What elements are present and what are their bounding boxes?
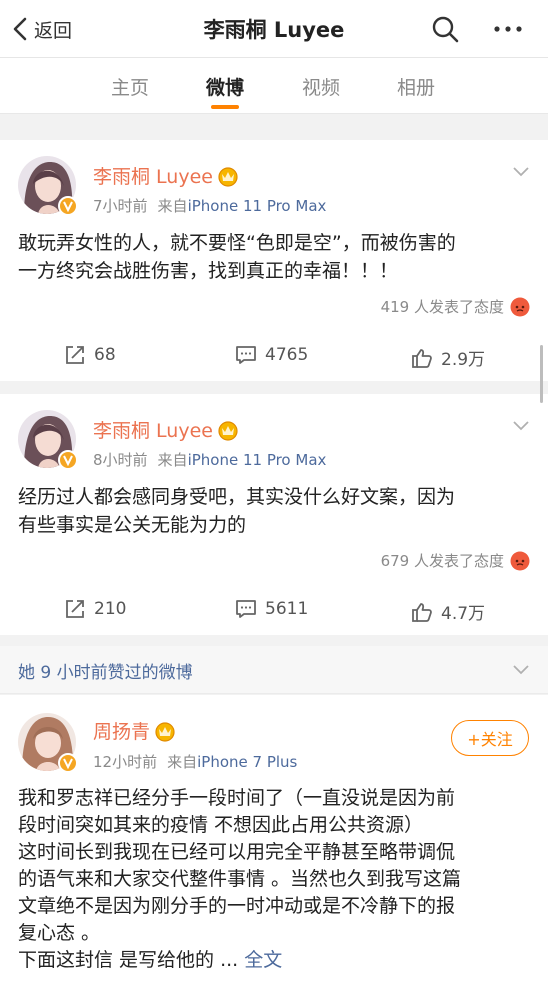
repost-count: 210 [94,599,127,619]
comment-icon [236,346,256,364]
like-count: 4.7万 [441,604,486,624]
repost-button[interactable]: 210 [64,599,126,619]
angry-face-icon [510,551,530,570]
post-time: 8小时前 [93,451,148,469]
vip-crown-icon [218,166,238,187]
post-meta: 7小时前 来自iPhone 11 Pro Max [93,195,326,216]
back-label: 返回 [34,19,73,42]
post-meta: 12小时前 来自iPhone 7 Plus [93,751,297,772]
post-card[interactable]: 李雨桐 Luyee 8小时前 来自iPhone 11 Pro Max 经历过人都会… [0,394,548,635]
search-button[interactable] [430,14,460,44]
post-text-line: 复心态 。 [18,922,101,944]
username-text[interactable]: 周扬青 [93,717,150,744]
post-text: 敢玩弄女性的人，就不要怪“色即是空”，而被伤害的 一方终究会战胜伤害，找到真正的… [18,229,532,285]
liked-section-label: 她 9 小时前赞过的微博 [18,663,193,683]
username-text[interactable]: 李雨桐 Luyee [93,416,213,443]
like-button[interactable]: 2.9万 [411,345,485,370]
post-text-last-line: 下面这封信 是写给他的 ... 全文 [18,947,532,974]
chevron-down-icon[interactable] [512,420,530,432]
post-text-line: 这时间长到我现在已经可以用完全平静甚至略带调侃 [18,841,456,863]
post-text-truncated: 下面这封信 是写给他的 ... [18,949,239,971]
thumbs-up-icon [412,348,432,368]
post-source[interactable]: iPhone 11 Pro Max [188,197,327,215]
verified-badge-icon [58,450,78,470]
scrollbar[interactable] [540,345,543,403]
repost-icon [66,600,84,618]
post-username[interactable]: 李雨桐 Luyee [93,416,239,443]
comment-count: 4765 [265,345,309,365]
search-icon [432,16,459,43]
tab-home[interactable]: 主页 [111,73,149,100]
post-text: 经历过人都会感同身受吧，其实没什么好文案，因为 有些事实是公关无能为力的 [18,483,532,539]
active-tab-indicator [211,105,239,109]
vip-crown-icon [155,721,175,742]
tab-album[interactable]: 相册 [397,73,435,100]
repost-count: 68 [94,345,116,365]
repost-icon [66,346,84,364]
reaction-summary[interactable]: 679 人发表了态度 [381,550,530,571]
post-text-line: 的语气来和大家交代整件事情 。当然也久到我写这篇 [18,868,462,890]
post-meta: 8小时前 来自iPhone 11 Pro Max [93,449,326,470]
post-text-line: 有些事实是公关无能为力的 [18,514,247,536]
post-time: 12小时前 [93,753,158,771]
profile-tabs: 主页 微博 视频 相册 [0,58,548,114]
verified-badge-icon [58,196,78,216]
vip-crown-icon [218,420,238,441]
back-button[interactable]: 返回 [10,12,72,46]
post-text-line: 我和罗志祥已经分手一段时间了（一直没说是因为前 [18,787,456,809]
comment-count: 5611 [265,599,309,619]
source-prefix: 来自 [157,451,188,469]
post-actions: 210 5611 4.7万 [0,599,548,624]
post-text-line: 文章绝不是因为刚分手的一时冲动或是不冷静下的报 [18,895,456,917]
post-actions: 68 4765 2.9万 [0,345,548,370]
avatar[interactable] [18,713,78,773]
username-text[interactable]: 李雨桐 Luyee [93,162,213,189]
more-button[interactable] [490,14,526,44]
like-button[interactable]: 4.7万 [411,599,485,624]
source-prefix: 来自 [167,753,198,771]
weibo-profile-page: 返回 李雨桐 Luyee 主页 微博 视频 相册 李雨桐 Luyee 7小时前 … [0,0,548,1000]
angry-face-icon [510,297,530,316]
top-nav-bar: 返回 李雨桐 Luyee [0,0,548,58]
repost-button[interactable]: 68 [64,345,116,365]
reaction-summary[interactable]: 419 人发表了态度 [381,296,530,317]
avatar[interactable] [18,410,78,470]
chevron-down-icon[interactable] [512,166,530,178]
post-source[interactable]: iPhone 11 Pro Max [188,451,327,469]
chevron-left-icon [13,17,27,41]
post-text-line: 一方终究会战胜伤害，找到真正的幸福！！！ [18,260,399,282]
avatar[interactable] [18,156,78,216]
like-count: 2.9万 [441,350,486,370]
post-text: 我和罗志祥已经分手一段时间了（一直没说是因为前 段时间突如其来的疫情 不想因此占… [18,785,532,974]
post-username[interactable]: 李雨桐 Luyee [93,162,239,189]
comment-button[interactable]: 4765 [235,345,308,365]
tab-video[interactable]: 视频 [302,73,340,100]
post-source[interactable]: iPhone 7 Plus [197,753,297,771]
chevron-down-icon[interactable] [512,664,530,676]
follow-button[interactable]: +关注 [451,720,529,756]
post-text-line: 经历过人都会感同身受吧，其实没什么好文案，因为 [18,486,456,508]
thumbs-up-icon [412,602,432,622]
post-card[interactable]: 李雨桐 Luyee 7小时前 来自iPhone 11 Pro Max 敢玩弄女性的… [0,140,548,381]
reaction-text: 679 人发表了态度 [380,552,504,570]
more-icon [494,26,522,32]
post-text-line: 段时间突如其来的疫情 不想因此占用公共资源） [18,814,424,836]
post-text-line: 敢玩弄女性的人，就不要怪“色即是空”，而被伤害的 [18,232,456,254]
post-time: 7小时前 [93,197,148,215]
comment-icon [236,600,256,618]
reaction-text: 419 人发表了态度 [380,298,504,316]
liked-section-header[interactable]: 她 9 小时前赞过的微博 [0,646,548,694]
full-text-link[interactable]: 全文 [244,949,282,971]
tab-weibo[interactable]: 微博 [206,73,244,100]
post-username[interactable]: 周扬青 [93,717,176,744]
verified-badge-icon [58,753,78,773]
source-prefix: 来自 [157,197,188,215]
page-title: 李雨桐 Luyee [203,18,345,42]
comment-button[interactable]: 5611 [235,599,308,619]
